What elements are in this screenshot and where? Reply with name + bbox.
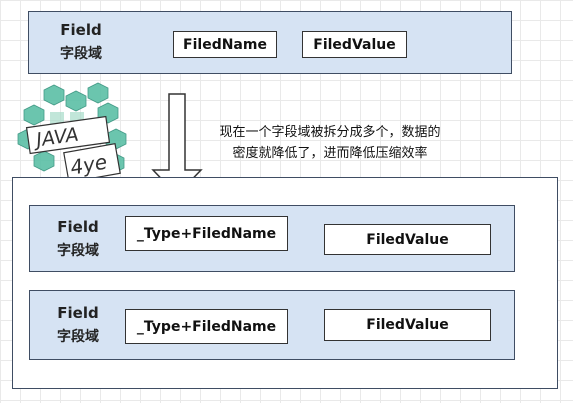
field-label-zh: 字段域	[57, 243, 99, 259]
field-label-en: Field	[60, 21, 102, 39]
top-field-panel: Field 字段域 FiledName FiledValue	[28, 11, 512, 74]
filed-value-box-2: FiledValue	[324, 309, 491, 341]
filed-value-box-1: FiledValue	[324, 224, 491, 255]
type-filed-name-box-2: _Type+FiledName	[125, 309, 288, 344]
java-4ye-logo: JAVA 4ye	[17, 82, 127, 183]
field-label-zh: 字段域	[57, 329, 99, 345]
field-panel-1: Field 字段域 _Type+FiledName FiledValue	[29, 205, 515, 272]
filed-name-box: FiledName	[173, 31, 277, 58]
field-label-en: Field	[57, 304, 99, 322]
explanation-note: 现在一个字段域被拆分成多个，数据的 密度就降低了，进而降低压缩效率	[185, 122, 475, 164]
filed-value-box: FiledValue	[302, 31, 407, 58]
field-label-1: Field 字段域	[48, 215, 108, 263]
top-field-label: Field 字段域	[51, 18, 111, 66]
field-label-en: Field	[57, 218, 99, 236]
type-filed-name-box-1: _Type+FiledName	[125, 216, 288, 251]
field-label-2: Field 字段域	[48, 301, 108, 349]
note-line-2: 密度就降低了，进而降低压缩效率	[232, 146, 428, 161]
note-line-1: 现在一个字段域被拆分成多个，数据的	[219, 125, 441, 140]
field-panel-2: Field 字段域 _Type+FiledName FiledValue	[29, 290, 515, 360]
field-label-zh: 字段域	[60, 46, 102, 62]
